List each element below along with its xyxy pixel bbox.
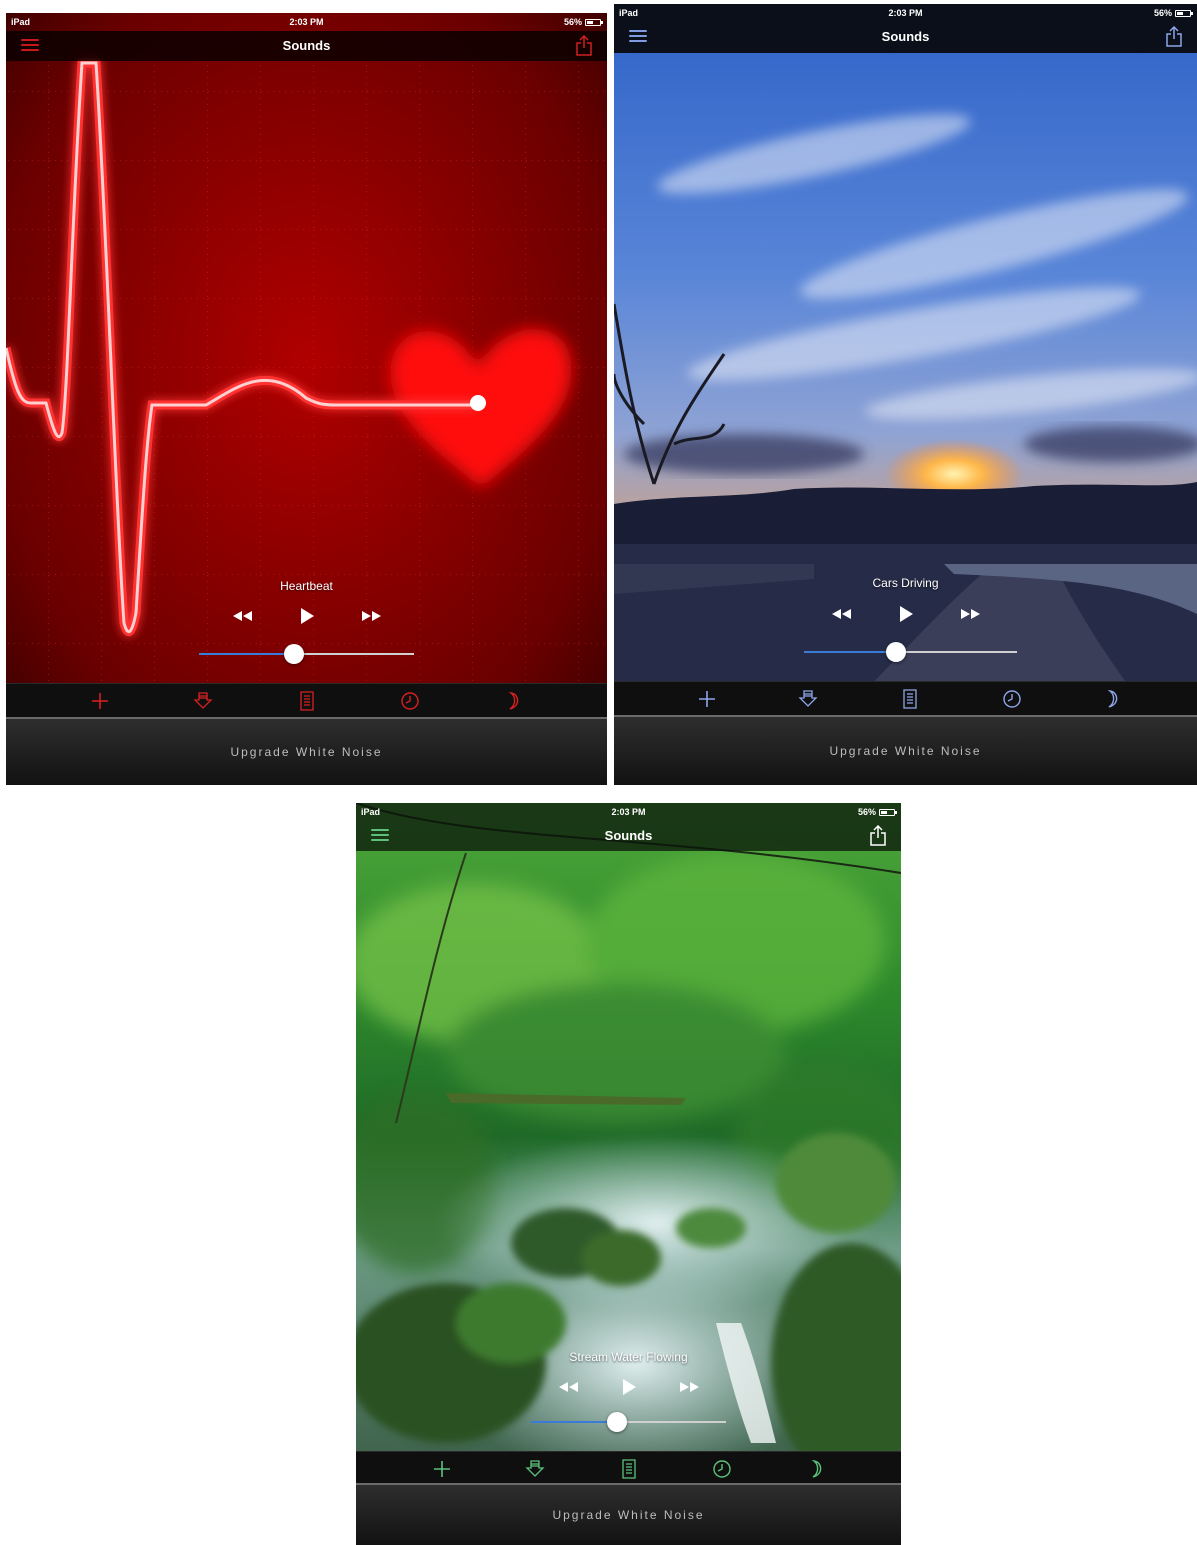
nav-title: Sounds	[881, 29, 930, 44]
upgrade-label: Upgrade White Noise	[829, 744, 982, 758]
volume-slider[interactable]	[531, 1412, 726, 1432]
share-icon[interactable]	[869, 825, 887, 847]
upgrade-button[interactable]: Upgrade White Noise	[614, 715, 1197, 785]
upgrade-label: Upgrade White Noise	[552, 1508, 705, 1522]
bottom-toolbar	[356, 1451, 901, 1484]
rewind-icon[interactable]	[829, 605, 855, 623]
status-bar: iPad 2:03 PM 56%	[356, 803, 901, 821]
moon-icon[interactable]	[1101, 688, 1123, 710]
status-bar: iPad 2:03 PM 56%	[614, 4, 1197, 22]
download-icon[interactable]	[192, 690, 214, 712]
clock-icon[interactable]	[1001, 688, 1023, 710]
track-name: Heartbeat	[280, 579, 333, 593]
nav-bar: Sounds	[6, 31, 607, 61]
rewind-icon[interactable]	[230, 607, 256, 625]
volume-slider-thumb[interactable]	[606, 1412, 627, 1432]
play-icon[interactable]	[294, 607, 320, 625]
nav-title: Sounds	[282, 38, 331, 53]
nav-bar: Sounds	[614, 22, 1197, 53]
nav-bar: Sounds	[356, 821, 901, 851]
upgrade-label: Upgrade White Noise	[230, 745, 383, 759]
forest-stream-background	[356, 803, 901, 1545]
battery-icon	[585, 18, 603, 26]
plus-icon[interactable]	[431, 1458, 453, 1480]
list-icon[interactable]	[899, 688, 921, 710]
volume-slider-thumb[interactable]	[283, 644, 304, 664]
share-icon[interactable]	[1165, 26, 1183, 48]
play-icon[interactable]	[616, 1378, 642, 1396]
plus-icon[interactable]	[696, 688, 718, 710]
battery-icon	[879, 808, 897, 816]
track-name: Stream Water Flowing	[569, 1350, 688, 1364]
list-icon[interactable]	[296, 690, 318, 712]
play-icon[interactable]	[893, 605, 919, 623]
transport-controls	[356, 1378, 901, 1396]
fast-forward-icon[interactable]	[957, 605, 983, 623]
volume-slider[interactable]	[199, 644, 414, 664]
upgrade-button[interactable]: Upgrade White Noise	[6, 717, 607, 785]
cars-driving-screen: iPad 2:03 PM 56% Sounds Cars Driving Upg…	[614, 4, 1197, 785]
clock-icon[interactable]	[711, 1458, 733, 1480]
battery-indicator: 56%	[1153, 8, 1193, 18]
heartbeat-screen: iPad 2:03 PM 56% Sounds Heartbeat Upgrad…	[6, 13, 607, 785]
volume-slider[interactable]	[804, 642, 1017, 662]
bottom-toolbar	[6, 683, 607, 718]
fast-forward-icon[interactable]	[676, 1378, 702, 1396]
download-icon[interactable]	[524, 1458, 546, 1480]
bottom-toolbar	[614, 681, 1197, 718]
volume-slider-thumb[interactable]	[885, 642, 906, 662]
track-name: Cars Driving	[872, 576, 939, 590]
clock-icon[interactable]	[399, 690, 421, 712]
plus-icon[interactable]	[89, 690, 111, 712]
battery-percent: 56%	[563, 17, 582, 27]
list-icon[interactable]	[618, 1458, 640, 1480]
status-bar: iPad 2:03 PM 56%	[6, 13, 607, 31]
transport-controls	[614, 605, 1197, 623]
stream-water-screen: iPad 2:03 PM 56% Sounds Stream Water Flo…	[356, 803, 901, 1545]
share-icon[interactable]	[575, 35, 593, 57]
status-time: 2:03 PM	[289, 17, 324, 27]
moon-icon[interactable]	[502, 690, 524, 712]
nav-title: Sounds	[604, 828, 653, 843]
status-time: 2:03 PM	[611, 807, 646, 817]
battery-indicator: 56%	[857, 807, 897, 817]
heartbeat-background	[6, 13, 607, 785]
sunset-road-background	[614, 4, 1197, 785]
battery-icon	[1175, 9, 1193, 17]
transport-controls	[6, 607, 607, 625]
fast-forward-icon[interactable]	[358, 607, 384, 625]
moon-icon[interactable]	[805, 1458, 827, 1480]
battery-percent: 56%	[857, 807, 876, 817]
status-time: 2:03 PM	[888, 8, 923, 18]
battery-indicator: 56%	[563, 17, 603, 27]
upgrade-button[interactable]: Upgrade White Noise	[356, 1483, 901, 1545]
rewind-icon[interactable]	[556, 1378, 582, 1396]
download-icon[interactable]	[797, 688, 819, 710]
battery-percent: 56%	[1153, 8, 1172, 18]
